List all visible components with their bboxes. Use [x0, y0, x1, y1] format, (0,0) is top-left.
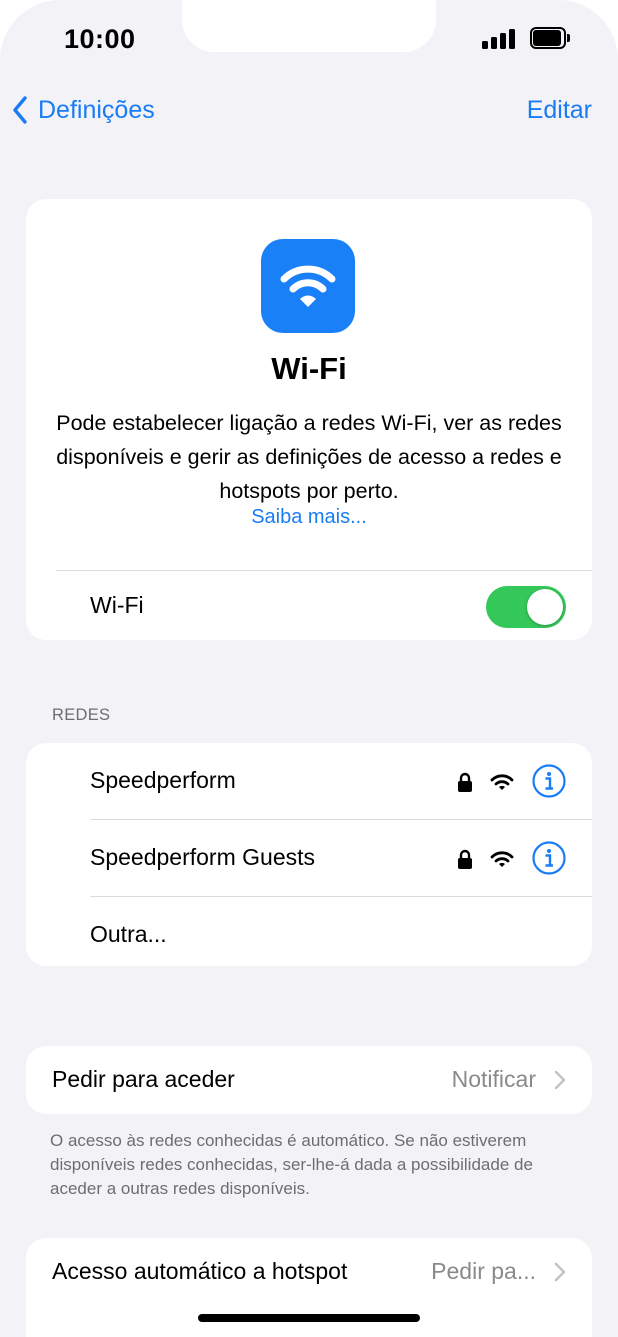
auto-hotspot-row[interactable]: Acesso automático a hotspot Pedir pa...	[26, 1238, 592, 1337]
toggle-knob	[527, 589, 563, 625]
lock-icon	[458, 849, 472, 869]
networks-section-header: REDES	[52, 706, 111, 724]
network-name: Speedperform	[90, 767, 236, 793]
other-network-row[interactable]: Outra...	[26, 897, 592, 966]
info-icon[interactable]	[532, 841, 566, 875]
ask-to-join-row[interactable]: Pedir para aceder Notificar	[26, 1046, 592, 1114]
home-indicator[interactable]	[198, 1314, 420, 1322]
learn-more-link[interactable]: Saiba mais...	[26, 506, 592, 529]
info-icon[interactable]	[532, 764, 566, 798]
edit-button[interactable]: Editar	[527, 92, 592, 128]
back-button[interactable]: Definições	[12, 92, 155, 128]
chevron-right-icon	[554, 1262, 566, 1282]
divider	[56, 570, 592, 571]
page-title: Wi-Fi	[271, 351, 347, 386]
wifi-app-icon	[261, 239, 355, 333]
wifi-info-card: Wi-Fi Pode estabelecer ligação a redes W…	[26, 199, 592, 640]
battery-icon	[530, 27, 570, 49]
back-label: Definições	[38, 95, 155, 124]
wifi-signal-icon	[490, 774, 514, 790]
network-name: Speedperform Guests	[90, 844, 316, 870]
chevron-right-icon	[554, 1070, 566, 1090]
other-network-label: Outra...	[90, 921, 167, 947]
ask-to-join-value: Notificar	[451, 1066, 536, 1092]
wifi-signal-icon	[490, 851, 514, 867]
cellular-signal-icon	[482, 29, 518, 49]
wifi-description: Pode estabelecer ligação a redes Wi-Fi, …	[56, 411, 562, 503]
settings-screen: 10:00 Definições Editar Wi-Fi Pode estab…	[0, 0, 618, 1337]
wifi-toggle[interactable]	[486, 586, 566, 628]
wifi-toggle-label: Wi-Fi	[90, 592, 144, 618]
ask-to-join-label: Pedir para aceder	[52, 1066, 235, 1092]
notch	[182, 0, 436, 52]
auto-hotspot-label: Acesso automático a hotspot	[52, 1258, 348, 1284]
network-row-speedperform-guests[interactable]: Speedperform Guests	[26, 820, 592, 897]
network-row-speedperform[interactable]: Speedperform	[26, 743, 592, 820]
lock-icon	[458, 772, 472, 792]
auto-hotspot-value: Pedir pa...	[431, 1258, 536, 1284]
networks-list: Speedperform Speedperform Guests Outra..…	[26, 743, 592, 966]
status-time: 10:00	[64, 24, 136, 54]
ask-to-join-footnote: O acesso às redes conhecidas é automátic…	[50, 1131, 533, 1198]
chevron-left-icon	[13, 96, 27, 124]
